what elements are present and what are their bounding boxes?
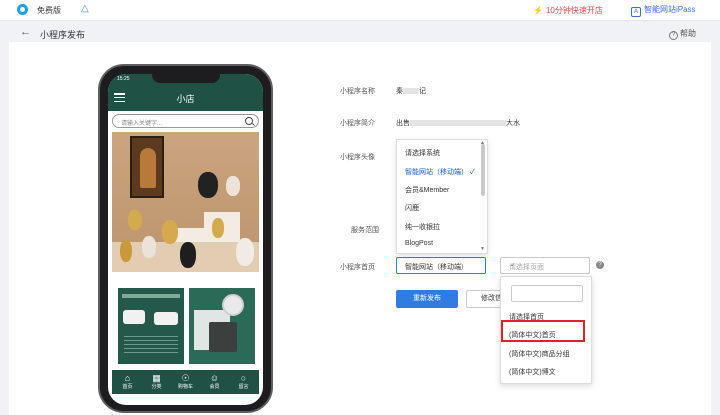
painting-image <box>130 136 164 198</box>
user-icon: ☺ <box>209 373 220 383</box>
desc-value-end: 大水 <box>506 120 520 127</box>
phone-screen: 15:25 小店 请输入关键字... ⌂ 首页 ▦ 分类 ☉ 购物车 ☺ 会员 ○ 留言 <box>108 74 263 405</box>
lightning-icon: ⚡ <box>533 6 543 15</box>
app-header: 小店 <box>108 85 263 111</box>
ipass-link[interactable]: A 智能网站iPass <box>631 4 696 17</box>
home-label: 小程序首页 <box>340 264 375 271</box>
phone-notch <box>152 72 220 83</box>
search-placeholder: 请输入关键字... <box>121 121 163 127</box>
avatar-label: 小程序头像 <box>340 154 375 161</box>
fast-open-label: 10分钟快速开店 <box>545 6 603 15</box>
chevron-down-icon: ⌄ <box>405 261 411 268</box>
logo-icon[interactable] <box>17 4 28 15</box>
page-title: 小程序发布 <box>40 30 86 40</box>
desc-value: 出售 大水 <box>396 118 520 128</box>
desc-value-start: 出售 <box>396 120 410 127</box>
phone-tab-bar: ⌂ 首页 ▦ 分类 ☉ 购物车 ☺ 会员 ○ 留言 <box>112 370 259 394</box>
help-icon[interactable]: ? <box>596 261 604 269</box>
tab-label: 留言 <box>238 384 249 390</box>
tab-label: 分类 <box>151 384 162 390</box>
pineapple-ornament <box>120 240 132 262</box>
dropdown-option[interactable]: (简体中文)商品分组 <box>509 349 570 359</box>
tab-home[interactable]: ⌂ 首页 <box>113 370 142 394</box>
help-label: 帮助 <box>680 29 696 38</box>
tab-cart[interactable]: ☉ 购物车 <box>171 370 200 394</box>
ipass-icon: A <box>631 7 641 17</box>
scope-label: 服务范围 <box>351 227 379 234</box>
warning-icon[interactable]: △ <box>81 3 89 14</box>
hero-image <box>112 132 259 272</box>
tab-category[interactable]: ▦ 分类 <box>142 370 171 394</box>
top-bar: 免费版 △ ⚡ 10分钟快速开店 A 智能网站iPass <box>0 0 720 21</box>
avatar <box>222 294 244 316</box>
dropdown-option[interactable]: 纯一收银拉 <box>405 222 440 232</box>
pineapple-ornament <box>226 176 240 196</box>
name-value-end: 记 <box>419 88 426 95</box>
help-link[interactable]: ? 帮助 <box>669 28 696 40</box>
check-icon: ✓ <box>469 169 475 176</box>
fast-open-link[interactable]: ⚡ 10分钟快速开店 <box>533 5 603 16</box>
tab-member[interactable]: ☺ 会员 <box>200 370 229 394</box>
desc-label: 小程序简介 <box>340 120 375 127</box>
name-value: 秦记 <box>396 86 426 96</box>
dropdown-option[interactable]: (简体中文)博文 <box>509 367 556 377</box>
pineapple-ornament <box>162 220 178 244</box>
dropdown-option[interactable]: 会员&Member <box>405 185 449 195</box>
chevron-down-icon: ⌄ <box>509 261 515 268</box>
tab-message[interactable]: ○ 留言 <box>229 370 258 394</box>
dropdown-scrollbar[interactable] <box>481 144 485 196</box>
dropdown-option[interactable]: BlogPost <box>405 240 433 247</box>
pineapple-ornament <box>128 210 142 230</box>
pineapple-ornament <box>212 218 224 238</box>
cart-icon: ☉ <box>181 373 190 383</box>
dropdown-option[interactable]: 闪鹿 <box>405 203 419 213</box>
dropdown-search-input[interactable] <box>511 285 583 302</box>
name-label: 小程序名称 <box>340 88 375 95</box>
home-icon: ⌂ <box>124 373 131 383</box>
page-select[interactable]: 请选择页面 ⌄ <box>500 257 590 274</box>
tab-label: 会员 <box>209 384 220 390</box>
chat-icon: ○ <box>240 373 247 383</box>
tab-label: 首页 <box>122 384 133 390</box>
product-card[interactable] <box>118 288 184 364</box>
phone-search-input[interactable]: 请输入关键字... <box>112 114 259 128</box>
question-icon: ? <box>669 31 678 40</box>
dropdown-option[interactable]: 请选择系统 <box>405 148 440 158</box>
app-title: 小店 <box>176 94 195 104</box>
dropdown-option-selected[interactable]: 智能网站（移动端） ✓ <box>405 167 475 177</box>
pineapple-ornament <box>142 236 156 258</box>
product-cards <box>112 286 259 366</box>
plan-label: 免费版 <box>37 6 61 15</box>
pineapple-ornament <box>180 242 196 268</box>
search-icon[interactable] <box>245 117 253 125</box>
republish-button[interactable]: 重新发布 <box>396 290 458 308</box>
option-label: 智能网站（移动端） <box>405 169 468 176</box>
scroll-down-icon[interactable]: ▼ <box>480 246 485 252</box>
ipass-label: 智能网站iPass <box>644 5 696 14</box>
grid-icon: ▦ <box>152 373 161 383</box>
pineapple-ornament <box>198 172 218 198</box>
highlight-box <box>501 320 585 342</box>
pineapple-ornament <box>236 238 254 266</box>
name-value-start: 秦 <box>396 88 403 95</box>
system-dropdown: ▲ 请选择系统 智能网站（移动端） ✓ 会员&Member 闪鹿 纯一收银拉 B… <box>396 139 488 254</box>
tab-label: 购物车 <box>177 384 193 390</box>
system-select[interactable]: 智能网站（移动端） ⌄ <box>396 257 486 274</box>
product-card[interactable] <box>189 288 255 364</box>
back-arrow-icon[interactable]: ← <box>20 26 31 38</box>
status-time: 15:25 <box>117 76 130 82</box>
